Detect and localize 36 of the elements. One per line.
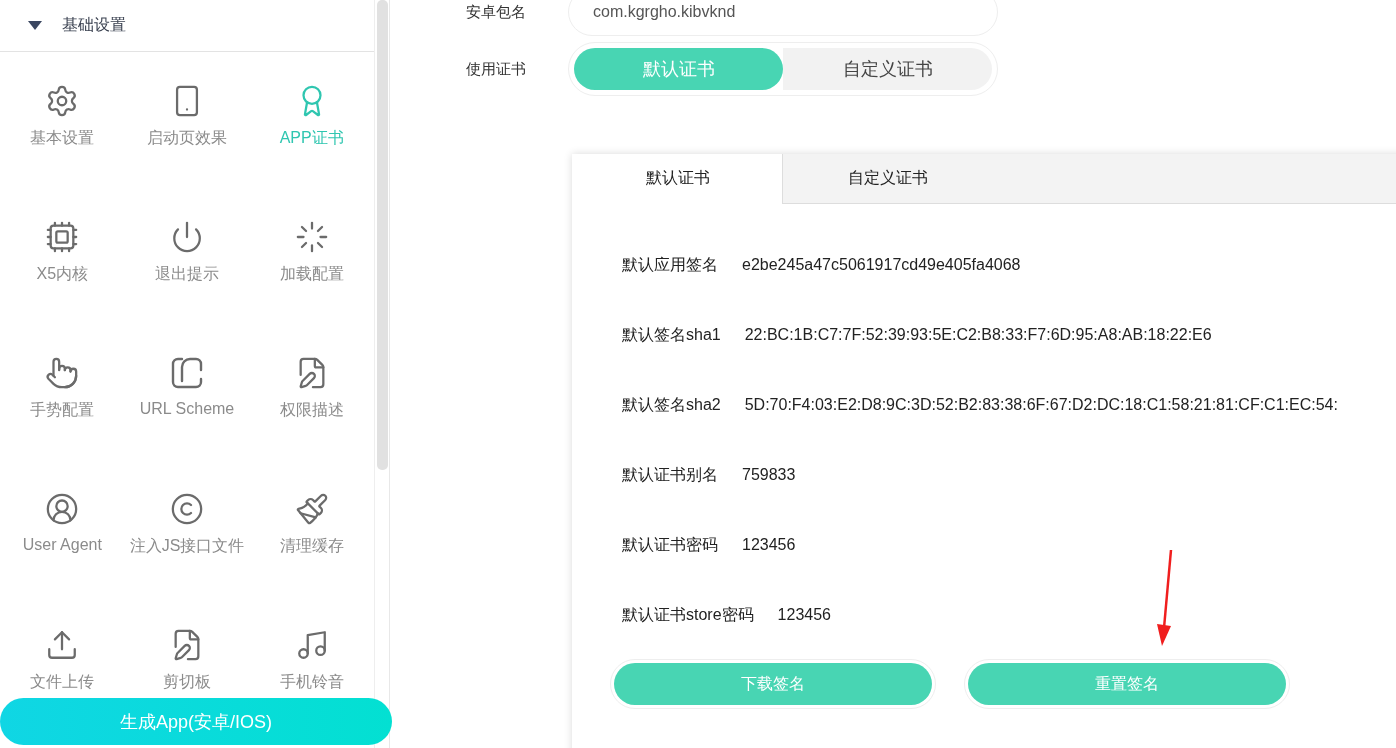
tab[interactable]: 默认证书: [572, 154, 782, 204]
certificate-option[interactable]: 默认证书: [574, 48, 783, 90]
row-label: 默认证书store密码: [622, 604, 754, 625]
sidebar-item[interactable]: 注入JS接口文件: [129, 536, 245, 557]
sidebar-item[interactable]: 手势配置: [30, 400, 95, 421]
row-value: 22:BC:1B:C7:7F:52:39:93:5E:C2:B8:33:F7:6D:95:A8:AB:18:22:E6: [744, 326, 1212, 344]
sidebar-item[interactable]: 文件上传: [30, 672, 95, 693]
tab[interactable]: 自定义证书: [782, 154, 992, 204]
sidebar-item[interactable]: 剪切板: [163, 672, 211, 693]
sidebar-item[interactable]: APP证书: [279, 128, 344, 149]
sidebar-item[interactable]: 手机铃音: [279, 672, 344, 693]
row-value: e2be245a47c5061917cd49e405fa4068: [742, 256, 1021, 274]
sidebar-item[interactable]: X5内核: [36, 264, 89, 285]
field-label: 安卓包名: [466, 2, 527, 22]
row-value: 759833: [742, 466, 796, 484]
reset-button[interactable]: 重置签名: [968, 663, 1286, 705]
sidebar-item[interactable]: 加载配置: [279, 264, 344, 285]
row-label: 默认签名sha1: [622, 324, 721, 345]
sidebar-item[interactable]: User Agent: [22, 536, 102, 554]
certificate-option[interactable]: 自定义证书: [783, 48, 992, 90]
sidebar-item[interactable]: URL Scheme: [139, 400, 235, 418]
section-title: 基础设置: [62, 15, 126, 35]
row-value: 123456: [742, 536, 796, 554]
row-label: 默认证书别名: [622, 464, 718, 485]
sidebar-item[interactable]: 退出提示: [155, 264, 219, 285]
sidebar-item[interactable]: 启动页效果: [147, 128, 227, 149]
sidebar-item[interactable]: 清理缓存: [279, 536, 344, 557]
row-label: 默认签名sha2: [622, 394, 721, 415]
row-label: 默认证书密码: [622, 534, 718, 555]
row-label: 默认应用签名: [622, 254, 718, 275]
download-button[interactable]: 下载签名: [614, 663, 932, 705]
field-label: 使用证书: [466, 59, 527, 79]
sidebar-item[interactable]: 基本设置: [30, 128, 95, 149]
row-value: 5D:70:F4:03:E2:D8:9C:3D:52:B2:83:38:6F:67:D2:DC:18:C1:58:21:81:CF:C1:EC:54:: [744, 396, 1338, 414]
sidebar-item[interactable]: 权限描述: [279, 400, 344, 421]
row-value: 123456: [777, 606, 831, 624]
